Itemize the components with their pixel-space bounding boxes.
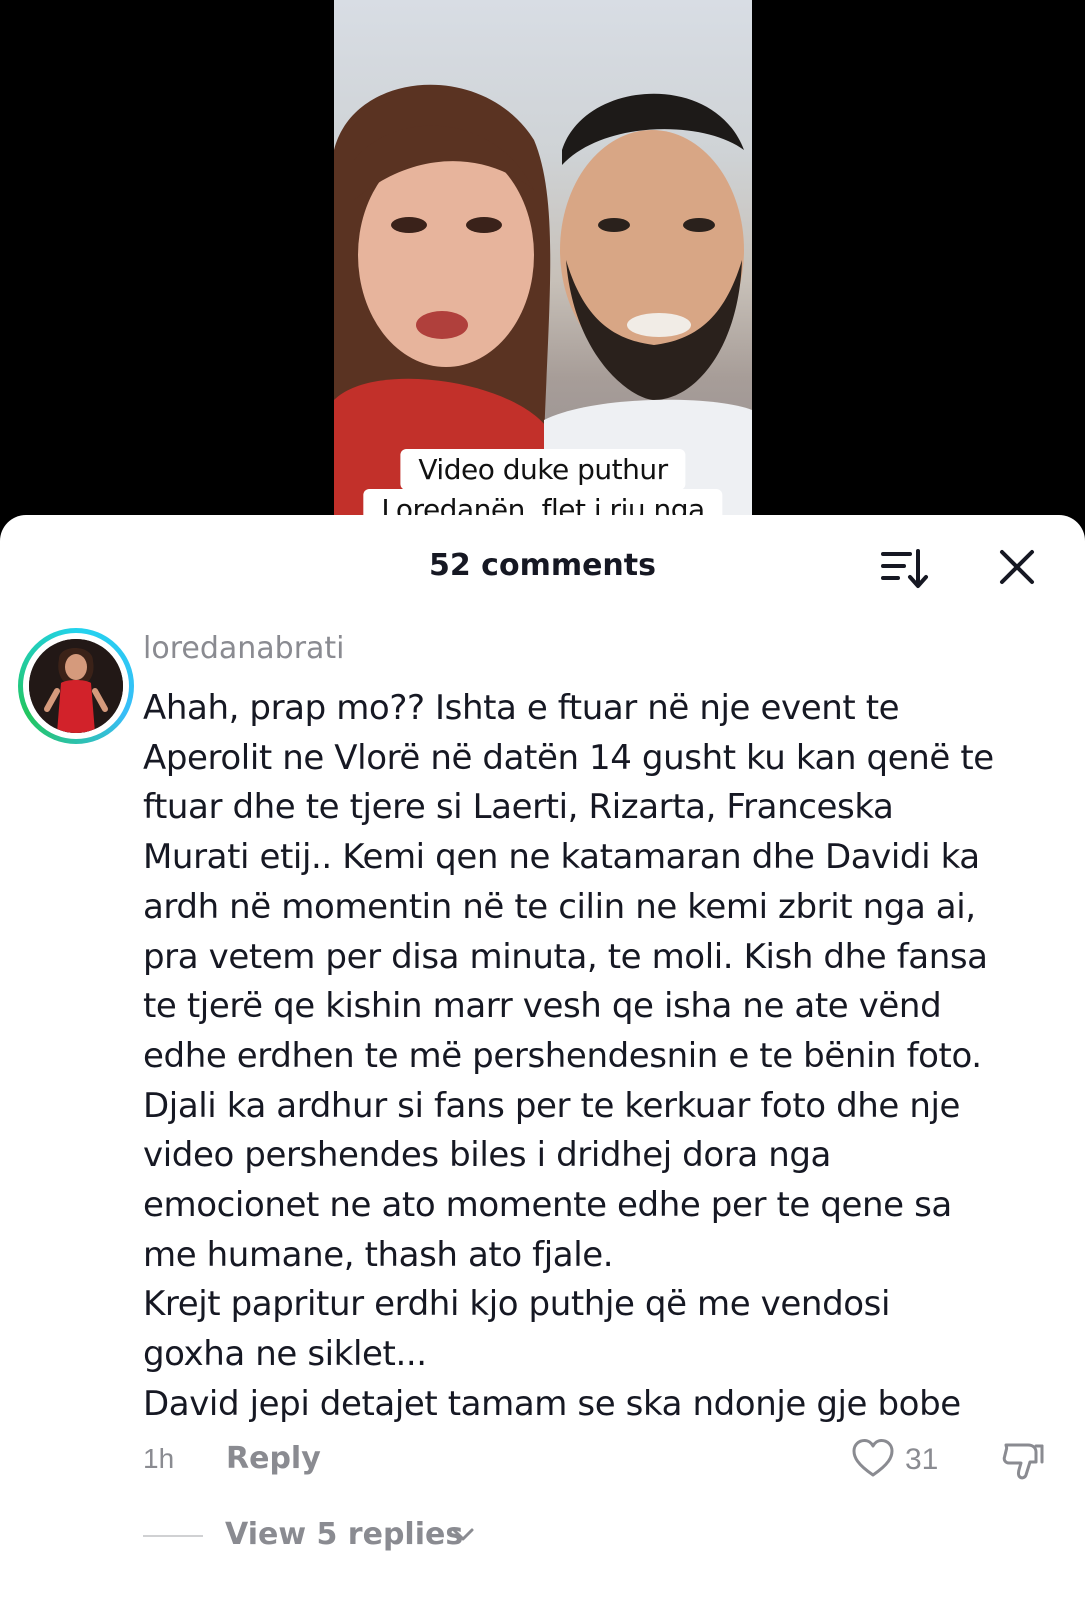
- comment-line: ardh në momentin në te cilin ne kemi zbr…: [143, 886, 976, 927]
- comment-line: David jepi detajet tamam se ska ndonje g…: [143, 1383, 961, 1424]
- comment-line: edhe erdhen te më pershendesnin e te bën…: [143, 1035, 982, 1076]
- video-caption-line-1: Video duke puthur: [400, 449, 686, 490]
- like-count: 31: [905, 1443, 939, 1476]
- replies-divider: [143, 1535, 203, 1537]
- heart-icon: [852, 1439, 894, 1477]
- view-replies-row[interactable]: View 5 replies: [0, 1515, 1085, 1559]
- comment-line: goxha ne siklet...: [143, 1334, 427, 1375]
- comments-sheet: 52 comments loredanabrati Ahah, prap mo?…: [0, 515, 1085, 1600]
- comment-text: Ahah, prap mo?? Ishta e ftuar në nje eve…: [143, 684, 1048, 1430]
- close-button[interactable]: [996, 545, 1040, 591]
- comment-line: Krejt papritur erdhi kjo puthje që me ve…: [143, 1284, 891, 1325]
- dislike-icon: [1002, 1443, 1044, 1480]
- comment-line: Djali ka ardhur si fans per te kerkuar f…: [143, 1085, 961, 1126]
- sort-icon: [881, 549, 928, 588]
- comment-line: emocionet ne ato momente edhe per te qen…: [143, 1185, 952, 1226]
- comment-timestamp: 1h: [143, 1443, 175, 1474]
- avatar: [29, 639, 123, 733]
- comment-meta-row: 1h Reply 31: [0, 1435, 1085, 1485]
- comment-line: Aperolit ne Vlorë në datën 14 gusht ku k…: [143, 737, 994, 778]
- view-replies-button[interactable]: View 5 replies: [225, 1517, 463, 1552]
- comment-line: Murati etij.. Kemi qen ne katamaran dhe …: [143, 837, 980, 878]
- comment-line: ftuar dhe te tjere si Laerti, Rizarta, F…: [143, 787, 894, 828]
- avatar-story-ring[interactable]: [18, 628, 134, 744]
- comment-username[interactable]: loredanabrati: [143, 631, 345, 666]
- video-background: Video duke puthur Loredanën, flet i riu …: [0, 0, 1085, 540]
- chevron-down-icon: [452, 1528, 474, 1541]
- dislike-button[interactable]: [1000, 1437, 1046, 1483]
- comments-header: 52 comments: [0, 515, 1085, 607]
- sort-button[interactable]: [880, 545, 932, 591]
- comment-line: me humane, thash ato fjale.: [143, 1234, 614, 1275]
- comment-line: video pershendes biles i dridhej dora ng…: [143, 1135, 831, 1176]
- like-button[interactable]: [851, 1437, 895, 1481]
- comment-line: pra vetem per disa minuta, te moli. Kish…: [143, 936, 988, 977]
- close-icon: [1000, 550, 1034, 584]
- avatar-image: [29, 639, 123, 733]
- video-player[interactable]: Video duke puthur Loredanën, flet i riu …: [334, 0, 752, 540]
- comment-line: Ahah, prap mo?? Ishta e ftuar në nje eve…: [143, 688, 900, 728]
- comment-line: te tjerë qe kishin marr vesh qe isha ne …: [143, 986, 942, 1027]
- reply-button[interactable]: Reply: [226, 1441, 321, 1476]
